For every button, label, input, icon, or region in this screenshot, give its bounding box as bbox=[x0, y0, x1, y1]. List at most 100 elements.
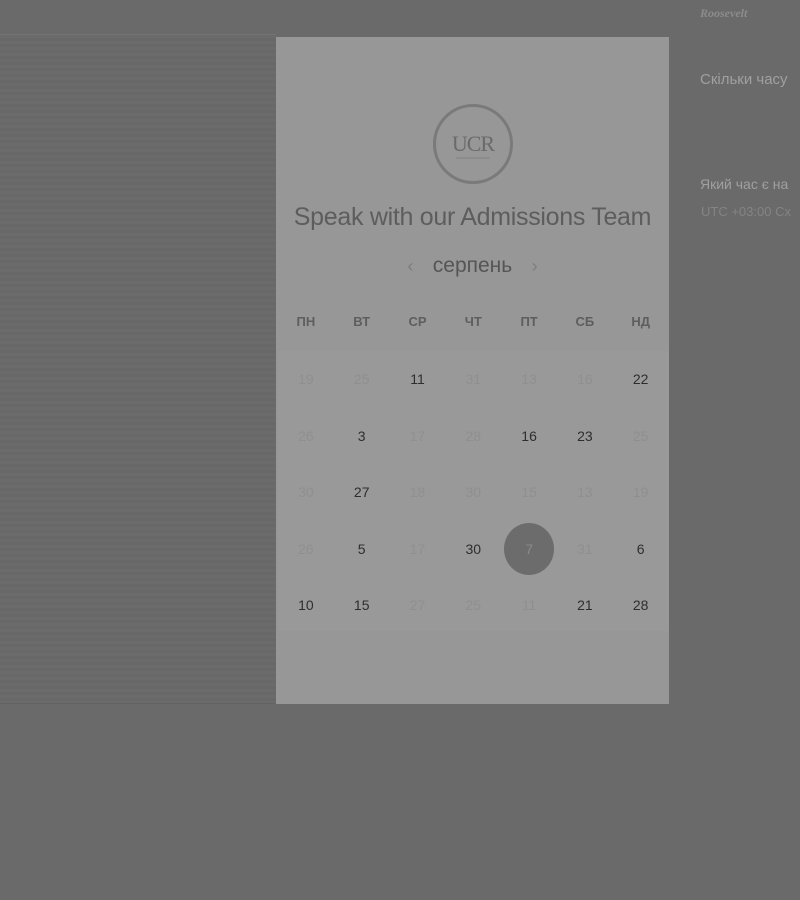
calendar-day: 25 bbox=[445, 578, 501, 632]
calendar-week-row: 26 5 17 30 7 31 6 bbox=[278, 521, 669, 578]
calendar-day[interactable]: 11 bbox=[390, 352, 446, 406]
calendar-day-label: 22 bbox=[632, 371, 649, 388]
calendar-day-label: 15 bbox=[521, 484, 537, 501]
calendar-day-label: 27 bbox=[409, 597, 426, 614]
calendar-day: 17 bbox=[390, 409, 446, 463]
calendar-week-row: 26 3 17 28 16 23 25 bbox=[278, 408, 669, 465]
month-label: серпень bbox=[432, 254, 513, 277]
calendar-day: 26 bbox=[278, 409, 334, 463]
calendar-day-label: 19 bbox=[298, 371, 314, 388]
calendar-day: 30 bbox=[278, 465, 334, 519]
calendar-day: 13 bbox=[557, 465, 613, 519]
calendar-day-label: 17 bbox=[409, 540, 426, 557]
calendar-day-label: 26 bbox=[298, 540, 314, 557]
calendar-day-label: 13 bbox=[521, 371, 537, 388]
calendar-day-selected[interactable]: 7 bbox=[501, 522, 557, 576]
university-logo: Roosevelt bbox=[590, 0, 790, 22]
calendar-day-label: 25 bbox=[353, 371, 370, 388]
calendar-day-label: 28 bbox=[465, 427, 482, 444]
calendar-day: 25 bbox=[334, 352, 390, 406]
calendar-day[interactable]: 23 bbox=[557, 409, 613, 463]
left-panel-bottom-divider bbox=[0, 703, 276, 704]
weekday-wed: СР bbox=[408, 314, 427, 329]
calendar-day-label: 28 bbox=[632, 597, 649, 614]
calendar-day-label: 15 bbox=[353, 597, 370, 614]
calendar-day[interactable]: 15 bbox=[334, 578, 390, 632]
calendar-day[interactable]: 21 bbox=[557, 578, 613, 632]
calendar-day-label: 6 bbox=[636, 540, 645, 557]
calendar-day: 13 bbox=[501, 352, 557, 406]
calendar-day[interactable]: 22 bbox=[613, 352, 669, 406]
booking-modal: UCR Speak with our Admissions Team ‹ сер… bbox=[276, 37, 669, 704]
calendar-day: 16 bbox=[557, 352, 613, 406]
calendar-day-label: 7 bbox=[525, 540, 533, 557]
weekday-fri: ПТ bbox=[520, 314, 538, 329]
chevron-left-icon[interactable]: ‹ bbox=[400, 256, 420, 277]
calendar-day[interactable]: 5 bbox=[334, 522, 390, 576]
ucr-logo: UCR bbox=[433, 104, 513, 184]
calendar-day: 27 bbox=[390, 578, 446, 632]
timezone-note[interactable]: UTC +03:00 Сх bbox=[701, 204, 791, 219]
calendar-day: 18 bbox=[390, 465, 446, 519]
calendar-day-label: 19 bbox=[632, 484, 649, 501]
calendar-day: 17 bbox=[390, 522, 446, 576]
calendar-day-label: 11 bbox=[521, 597, 537, 614]
calendar-day-label: 16 bbox=[577, 371, 593, 388]
calendar-day-label: 30 bbox=[465, 540, 482, 557]
ucr-logo-divider bbox=[456, 157, 490, 159]
calendar-day[interactable]: 28 bbox=[613, 578, 669, 632]
calendar-day[interactable]: 16 bbox=[501, 409, 557, 463]
calendar-grid: 19 25 11 31 13 16 22 26 3 17 28 16 23 25 30 27 18 30 15 13 1… bbox=[278, 351, 669, 631]
calendar-day-label: 26 bbox=[298, 427, 314, 444]
calendar-day: 31 bbox=[445, 352, 501, 406]
calendar-day-label: 13 bbox=[577, 484, 593, 501]
calendar-day-label: 25 bbox=[465, 597, 482, 614]
weekday-thu: ЧТ bbox=[464, 314, 482, 329]
calendar-day[interactable]: 30 bbox=[445, 522, 501, 576]
calendar-week-row: 30 27 18 30 15 13 19 bbox=[278, 464, 669, 521]
calendar-day-label: 21 bbox=[577, 597, 593, 614]
calendar-day: 19 bbox=[278, 352, 334, 406]
logo-script-text: Roosevelt bbox=[700, 6, 748, 20]
calendar-week-row: 19 25 11 31 13 16 22 bbox=[278, 351, 669, 408]
calendar-day: 15 bbox=[501, 465, 557, 519]
left-panel bbox=[0, 35, 276, 703]
calendar-day: 25 bbox=[613, 409, 669, 463]
calendar-day[interactable]: 27 bbox=[334, 465, 390, 519]
ucr-logo-text: UCR bbox=[451, 131, 495, 156]
calendar-day-label: 31 bbox=[465, 371, 482, 388]
calendar-day[interactable]: 3 bbox=[334, 409, 390, 463]
calendar-day-label: 5 bbox=[357, 540, 366, 557]
weekday-tue: ВТ bbox=[353, 314, 371, 329]
calendar-day-label: 11 bbox=[410, 371, 425, 388]
month-navigator: ‹ серпень › bbox=[276, 254, 669, 284]
calendar-day-label: 10 bbox=[298, 597, 314, 614]
calendar-day: 11 bbox=[501, 578, 557, 632]
calendar-day-label: 31 bbox=[577, 540, 593, 557]
calendar-day-label: 30 bbox=[465, 484, 482, 501]
chevron-right-icon[interactable]: › bbox=[525, 256, 545, 277]
calendar-day: 26 bbox=[278, 522, 334, 576]
calendar-day-label: 25 bbox=[632, 427, 649, 444]
calendar-day-label: 3 bbox=[357, 427, 366, 444]
time-question: Який час є на bbox=[700, 176, 789, 192]
duration-question: Скільки часу bbox=[700, 71, 788, 88]
calendar-day: 31 bbox=[557, 522, 613, 576]
calendar-day: 30 bbox=[445, 465, 501, 519]
weekday-mon: ПН bbox=[296, 314, 316, 329]
calendar-day[interactable]: 10 bbox=[278, 578, 334, 632]
calendar-day-label: 30 bbox=[298, 484, 314, 501]
calendar-day-label: 17 bbox=[409, 427, 426, 444]
weekday-header: ПН ВТ СР ЧТ ПТ СБ НД bbox=[278, 314, 669, 334]
calendar-week-row: 10 15 27 25 11 21 28 bbox=[278, 577, 669, 634]
calendar-day: 19 bbox=[613, 465, 669, 519]
weekday-sun: НД bbox=[631, 314, 650, 329]
calendar-day-label: 23 bbox=[577, 427, 593, 444]
calendar-day-label: 18 bbox=[409, 484, 426, 501]
modal-title: Speak with our Admissions Team bbox=[293, 203, 652, 231]
calendar-day: 28 bbox=[445, 409, 501, 463]
calendar-day-label: 27 bbox=[353, 484, 370, 501]
calendar-day-label: 16 bbox=[521, 427, 537, 444]
weekday-sat: СБ bbox=[575, 314, 595, 329]
calendar-day[interactable]: 6 bbox=[613, 522, 669, 576]
